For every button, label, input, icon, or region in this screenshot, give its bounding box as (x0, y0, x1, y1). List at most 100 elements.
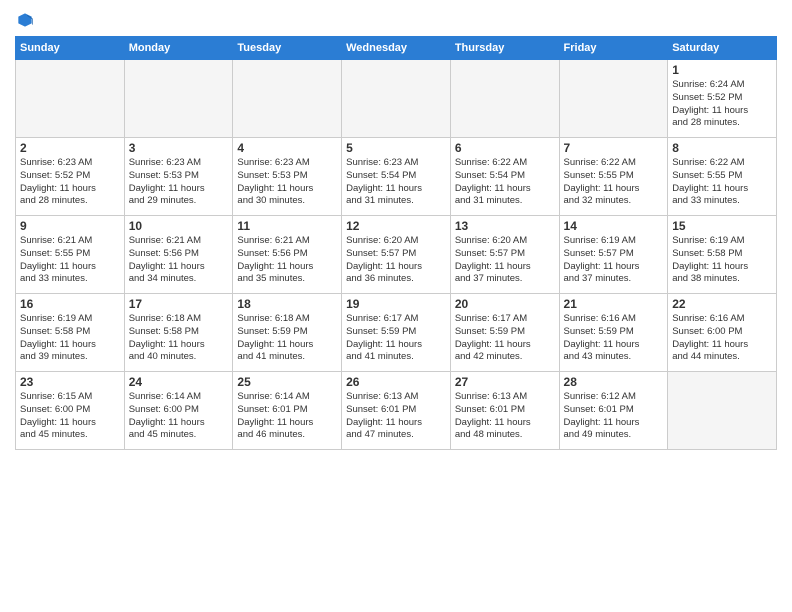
day-cell (450, 60, 559, 138)
day-cell: 23Sunrise: 6:15 AM Sunset: 6:00 PM Dayli… (16, 372, 125, 450)
day-number: 3 (129, 141, 229, 155)
day-cell: 19 Sunrise: 6:17 AM Sunset: 5:59 PM Dayli… (342, 294, 451, 372)
column-header-friday: Friday (559, 37, 668, 60)
day-cell: 10 Sunrise: 6:21 AM Sunset: 5:56 PM Dayli… (124, 216, 233, 294)
day-number: 22 (672, 297, 772, 311)
day-number: 5 (346, 141, 446, 155)
day-cell: 7 Sunrise: 6:22 AM Sunset: 5:55 PM Daylig… (559, 138, 668, 216)
day-number: 18 (237, 297, 337, 311)
week-row-2: 2Sunrise: 6:23 AM Sunset: 5:52 PM Daylig… (16, 138, 777, 216)
day-info: Sunrise: 6:21 AM Sunset: 5:55 PM Dayligh… (20, 235, 120, 286)
day-cell: 27 Sunrise: 6:13 AM Sunset: 6:01 PM Dayli… (450, 372, 559, 450)
logo-icon (15, 10, 35, 30)
day-info: Sunrise: 6:19 AM Sunset: 5:57 PM Dayligh… (564, 235, 664, 286)
day-cell: 25 Sunrise: 6:14 AM Sunset: 6:01 PM Dayli… (233, 372, 342, 450)
day-cell: 26Sunrise: 6:13 AM Sunset: 6:01 PM Dayli… (342, 372, 451, 450)
day-info: Sunrise: 6:16 AM Sunset: 6:00 PM Dayligh… (672, 313, 772, 364)
day-number: 7 (564, 141, 664, 155)
day-cell: 5 Sunrise: 6:23 AM Sunset: 5:54 PM Daylig… (342, 138, 451, 216)
day-info: Sunrise: 6:19 AM Sunset: 5:58 PM Dayligh… (20, 313, 120, 364)
day-info: Sunrise: 6:17 AM Sunset: 5:59 PM Dayligh… (455, 313, 555, 364)
day-number: 21 (564, 297, 664, 311)
day-cell: 2Sunrise: 6:23 AM Sunset: 5:52 PM Daylig… (16, 138, 125, 216)
day-cell: 17 Sunrise: 6:18 AM Sunset: 5:58 PM Dayli… (124, 294, 233, 372)
day-number: 28 (564, 375, 664, 389)
day-cell (559, 60, 668, 138)
day-cell: 1 Sunrise: 6:24 AM Sunset: 5:52 PM Daylig… (668, 60, 777, 138)
column-header-wednesday: Wednesday (342, 37, 451, 60)
column-header-saturday: Saturday (668, 37, 777, 60)
week-row-1: 1 Sunrise: 6:24 AM Sunset: 5:52 PM Daylig… (16, 60, 777, 138)
logo (15, 10, 39, 30)
header-row: SundayMondayTuesdayWednesdayThursdayFrid… (16, 37, 777, 60)
day-cell: 11 Sunrise: 6:21 AM Sunset: 5:56 PM Dayli… (233, 216, 342, 294)
week-row-5: 23Sunrise: 6:15 AM Sunset: 6:00 PM Dayli… (16, 372, 777, 450)
week-row-4: 16Sunrise: 6:19 AM Sunset: 5:58 PM Dayli… (16, 294, 777, 372)
day-info: Sunrise: 6:24 AM Sunset: 5:52 PM Dayligh… (672, 79, 772, 130)
day-info: Sunrise: 6:20 AM Sunset: 5:57 PM Dayligh… (455, 235, 555, 286)
day-info: Sunrise: 6:20 AM Sunset: 5:57 PM Dayligh… (346, 235, 446, 286)
day-cell: 21 Sunrise: 6:16 AM Sunset: 5:59 PM Dayli… (559, 294, 668, 372)
day-info: Sunrise: 6:22 AM Sunset: 5:54 PM Dayligh… (455, 157, 555, 208)
day-number: 19 (346, 297, 446, 311)
day-cell: 16Sunrise: 6:19 AM Sunset: 5:58 PM Dayli… (16, 294, 125, 372)
day-number: 14 (564, 219, 664, 233)
day-cell: 13 Sunrise: 6:20 AM Sunset: 5:57 PM Dayli… (450, 216, 559, 294)
day-number: 26 (346, 375, 446, 389)
day-number: 13 (455, 219, 555, 233)
day-info: Sunrise: 6:23 AM Sunset: 5:53 PM Dayligh… (129, 157, 229, 208)
day-cell: 6 Sunrise: 6:22 AM Sunset: 5:54 PM Daylig… (450, 138, 559, 216)
column-header-tuesday: Tuesday (233, 37, 342, 60)
page: SundayMondayTuesdayWednesdayThursdayFrid… (0, 0, 792, 612)
day-number: 20 (455, 297, 555, 311)
day-cell (16, 60, 125, 138)
day-info: Sunrise: 6:21 AM Sunset: 5:56 PM Dayligh… (129, 235, 229, 286)
day-number: 10 (129, 219, 229, 233)
day-number: 25 (237, 375, 337, 389)
day-number: 6 (455, 141, 555, 155)
day-cell: 22 Sunrise: 6:16 AM Sunset: 6:00 PM Dayli… (668, 294, 777, 372)
day-cell: 18 Sunrise: 6:18 AM Sunset: 5:59 PM Dayli… (233, 294, 342, 372)
day-number: 24 (129, 375, 229, 389)
day-info: Sunrise: 6:21 AM Sunset: 5:56 PM Dayligh… (237, 235, 337, 286)
day-cell: 14 Sunrise: 6:19 AM Sunset: 5:57 PM Dayli… (559, 216, 668, 294)
day-info: Sunrise: 6:16 AM Sunset: 5:59 PM Dayligh… (564, 313, 664, 364)
day-number: 1 (672, 63, 772, 77)
column-header-thursday: Thursday (450, 37, 559, 60)
day-cell: 28Sunrise: 6:12 AM Sunset: 6:01 PM Dayli… (559, 372, 668, 450)
day-cell: 24 Sunrise: 6:14 AM Sunset: 6:00 PM Dayli… (124, 372, 233, 450)
day-cell: 4 Sunrise: 6:23 AM Sunset: 5:53 PM Daylig… (233, 138, 342, 216)
day-info: Sunrise: 6:18 AM Sunset: 5:59 PM Dayligh… (237, 313, 337, 364)
day-number: 11 (237, 219, 337, 233)
day-info: Sunrise: 6:23 AM Sunset: 5:53 PM Dayligh… (237, 157, 337, 208)
day-info: Sunrise: 6:22 AM Sunset: 5:55 PM Dayligh… (564, 157, 664, 208)
day-info: Sunrise: 6:13 AM Sunset: 6:01 PM Dayligh… (455, 391, 555, 442)
day-cell (342, 60, 451, 138)
day-number: 17 (129, 297, 229, 311)
day-number: 27 (455, 375, 555, 389)
day-cell: 12Sunrise: 6:20 AM Sunset: 5:57 PM Dayli… (342, 216, 451, 294)
column-header-sunday: Sunday (16, 37, 125, 60)
day-info: Sunrise: 6:19 AM Sunset: 5:58 PM Dayligh… (672, 235, 772, 286)
day-info: Sunrise: 6:23 AM Sunset: 5:52 PM Dayligh… (20, 157, 120, 208)
day-info: Sunrise: 6:17 AM Sunset: 5:59 PM Dayligh… (346, 313, 446, 364)
day-cell (668, 372, 777, 450)
day-number: 15 (672, 219, 772, 233)
day-number: 23 (20, 375, 120, 389)
day-info: Sunrise: 6:23 AM Sunset: 5:54 PM Dayligh… (346, 157, 446, 208)
day-number: 8 (672, 141, 772, 155)
day-number: 4 (237, 141, 337, 155)
header (15, 10, 777, 30)
day-info: Sunrise: 6:22 AM Sunset: 5:55 PM Dayligh… (672, 157, 772, 208)
day-info: Sunrise: 6:18 AM Sunset: 5:58 PM Dayligh… (129, 313, 229, 364)
day-cell: 3 Sunrise: 6:23 AM Sunset: 5:53 PM Daylig… (124, 138, 233, 216)
day-cell: 20 Sunrise: 6:17 AM Sunset: 5:59 PM Dayli… (450, 294, 559, 372)
day-info: Sunrise: 6:14 AM Sunset: 6:00 PM Dayligh… (129, 391, 229, 442)
day-cell: 8 Sunrise: 6:22 AM Sunset: 5:55 PM Daylig… (668, 138, 777, 216)
day-cell (233, 60, 342, 138)
column-header-monday: Monday (124, 37, 233, 60)
day-cell (124, 60, 233, 138)
calendar-table: SundayMondayTuesdayWednesdayThursdayFrid… (15, 36, 777, 450)
day-info: Sunrise: 6:14 AM Sunset: 6:01 PM Dayligh… (237, 391, 337, 442)
day-cell: 15 Sunrise: 6:19 AM Sunset: 5:58 PM Dayli… (668, 216, 777, 294)
